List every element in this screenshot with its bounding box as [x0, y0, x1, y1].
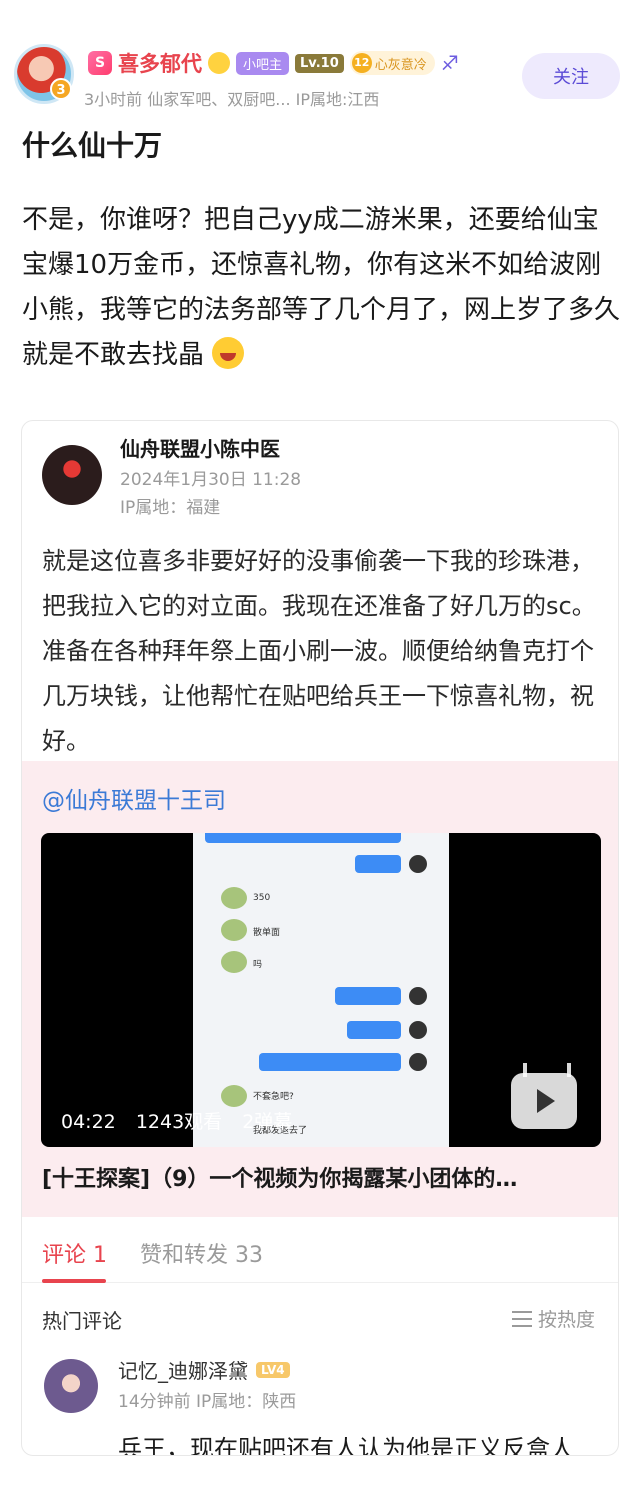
chat-text: 吗: [253, 960, 263, 970]
comment-body: 兵王，现在贴吧还有人认为他是正义反盒人: [118, 1435, 574, 1456]
chat-avatar: [409, 1021, 427, 1039]
quoted-body: 就是这位喜多非要好好的没事偷袭一下我的珍珠港，把我拉入它的对立面。我现在还准备了…: [42, 547, 596, 755]
smile-emoji-icon: [208, 52, 230, 74]
chat-text: 350: [253, 893, 271, 903]
chat-bubble: [335, 987, 401, 1005]
quoted-author-avatar[interactable]: [42, 445, 102, 505]
comment-tabs: 评论 1 赞和转发 33: [22, 1227, 618, 1283]
chat-avatar: [221, 887, 247, 909]
post-body: 不是，你谁呀？把自己yy成二游米果，还要给仙宝宝爆10万金币，还惊喜礼物，你有这…: [22, 198, 622, 378]
tab-comments[interactable]: 评论 1: [42, 1237, 107, 1269]
chat-bubble: [259, 1053, 401, 1071]
chat-avatar: [409, 855, 427, 873]
video-frame: 350 散单面 吗 不套急吧? 我都发退去了: [193, 833, 449, 1147]
tab-likes-reposts[interactable]: 赞和转发 33: [140, 1237, 263, 1269]
chat-bubble: [205, 833, 401, 843]
post-meta: 3小时前 仙家军吧、双厨吧... IP属地:江西: [84, 90, 380, 109]
mention-link[interactable]: @仙舟联盟十王司: [42, 781, 226, 815]
video-player[interactable]: 350 散单面 吗 不套急吧? 我都发退去了 04:22 1243观看 2弹幕: [41, 833, 601, 1147]
quoted-post-card[interactable]: 仙舟联盟小陈中医 2024年1月30日 11:28 IP属地：福建 就是这位喜多…: [21, 420, 619, 1456]
member-level-icon: S: [88, 51, 112, 75]
bilibili-play-icon[interactable]: [511, 1073, 577, 1129]
commenter-avatar[interactable]: [44, 1359, 98, 1413]
follow-button[interactable]: 关注: [522, 53, 620, 99]
chat-avatar: [221, 919, 247, 941]
level-tag: Lv.10: [295, 53, 344, 73]
quoted-author-name[interactable]: 仙舟联盟小陈中医: [120, 433, 280, 462]
zodiac-icon: ♐: [440, 51, 459, 75]
commenter-level-tag: LV4: [256, 1361, 290, 1378]
chat-avatar: [221, 951, 247, 973]
quoted-ip: IP属地：福建: [120, 498, 221, 518]
comment-meta: 14分钟前 IP属地：陕西: [118, 1392, 297, 1412]
author-name-row: S 喜多郁代 小吧主 Lv.10 12 心灰意冷 ♐: [88, 48, 459, 78]
mood-tag: 12 心灰意冷: [349, 51, 435, 75]
chat-text: 不套急吧?: [253, 1092, 294, 1102]
avatar-level-badge: 3: [50, 78, 72, 100]
mood-text: 心灰意冷: [374, 57, 427, 73]
chat-bubble: [355, 855, 401, 873]
sort-button[interactable]: 按热度: [512, 1305, 595, 1332]
chat-bubble: [347, 1021, 401, 1039]
video-views: 1243观看: [135, 1111, 223, 1133]
commenter-name-row: 记忆_迪娜泽黛 LV4: [118, 1355, 290, 1384]
mood-level: 12: [351, 53, 372, 73]
video-stats: 04:22 1243观看 2弹幕: [61, 1107, 306, 1134]
post-body-text: 不是，你谁呀？把自己yy成二游米果，还要给仙宝宝爆10万金币，还惊喜礼物，你有这…: [22, 205, 621, 370]
post-header: 3 S 喜多郁代 小吧主 Lv.10 12 心灰意冷 ♐ 3小时前 仙家军吧、双…: [0, 0, 640, 120]
tab-active-indicator: [42, 1279, 106, 1283]
quoted-date: 2024年1月30日 11:28: [120, 470, 302, 490]
video-title[interactable]: [十王探案]（9）一个视频为你揭露某小团体的…: [42, 1161, 602, 1193]
author-name[interactable]: 喜多郁代: [118, 48, 202, 78]
sort-label: 按热度: [538, 1309, 596, 1331]
commenter-name[interactable]: 记忆_迪娜泽黛: [118, 1355, 248, 1384]
chat-text: 散单面: [253, 928, 281, 938]
chat-avatar: [409, 1053, 427, 1071]
hot-comments-title: 热门评论: [42, 1309, 122, 1333]
video-duration: 04:22: [61, 1111, 116, 1133]
post-title: 什么仙十万: [22, 129, 163, 162]
chat-avatar: [409, 987, 427, 1005]
moderator-tag: 小吧主: [236, 51, 290, 75]
chat-avatar: [221, 1085, 247, 1107]
laugh-emoji-icon: [212, 337, 245, 369]
media-area: @仙舟联盟十王司 350 散单面 吗 不套急吧? 我都发退去了 04:22 12…: [22, 761, 618, 1217]
sort-icon: [512, 1310, 532, 1327]
video-danmaku: 2弹幕: [242, 1111, 293, 1133]
